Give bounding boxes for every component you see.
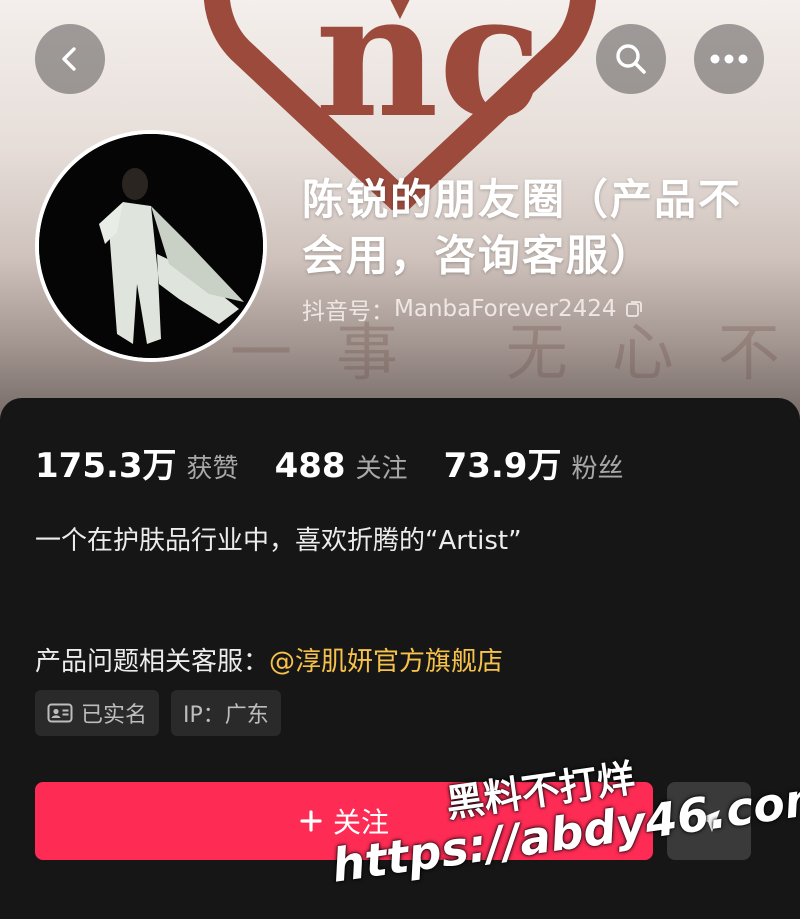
- stat-likes-label: 获赞: [186, 454, 239, 484]
- stat-followers-value: 73.9万: [443, 446, 562, 486]
- service-label: 产品问题相关客服：: [35, 647, 270, 677]
- more-button[interactable]: [694, 24, 764, 94]
- stat-followers-label: 粉丝: [571, 454, 624, 484]
- search-button[interactable]: [596, 24, 666, 94]
- stats-row: 175.3万 获赞 488 关注 73.9万 粉丝: [35, 438, 659, 487]
- share-button[interactable]: [667, 782, 751, 860]
- tag-ip-label: IP：广东: [183, 703, 269, 728]
- copy-icon[interactable]: [625, 300, 643, 318]
- back-button[interactable]: [35, 24, 105, 94]
- tag-verified: 已实名: [35, 690, 160, 736]
- ellipsis-icon: [710, 54, 748, 64]
- stat-following[interactable]: 488 关注: [275, 446, 408, 486]
- douyin-id-label: 抖音号：: [302, 299, 394, 325]
- profile-bio: 一个在护肤品行业中，喜欢折腾的“Artist”: [35, 526, 522, 556]
- avatar[interactable]: [35, 130, 267, 362]
- stat-following-label: 关注: [355, 454, 408, 484]
- stat-following-value: 488: [274, 446, 346, 486]
- tag-ip: IP：广东: [171, 690, 281, 736]
- profile-tags: 已实名 IP：广东: [35, 690, 281, 736]
- send-icon: [698, 810, 720, 832]
- plus-icon: [300, 810, 322, 832]
- profile-card: 175.3万 获赞 488 关注 73.9万 粉丝 一个在护肤品行业中，喜欢折腾…: [0, 398, 800, 919]
- stat-followers[interactable]: 73.9万 粉丝: [444, 438, 624, 487]
- stat-likes-value: 175.3万: [35, 446, 177, 486]
- svg-text:nc: nc: [315, 0, 542, 156]
- service-line: 产品问题相关客服：@淳肌妍官方旗舰店: [35, 641, 503, 678]
- profile-name: 陈锐的朋友圈（产品不会用，咨询客服）: [302, 175, 743, 280]
- douyin-id-value: ManbaForever2424: [394, 296, 617, 322]
- search-icon: [616, 44, 646, 74]
- chevron-left-icon: [62, 47, 76, 71]
- stat-likes[interactable]: 175.3万 获赞: [35, 438, 239, 487]
- avatar-image: [39, 134, 263, 358]
- tag-verified-label: 已实名: [81, 703, 148, 728]
- follow-button[interactable]: 关注: [35, 782, 653, 860]
- profile-banner: nc 一事 无心不二 陈锐的朋友圈（产品不会用，咨询客服） 抖音号：ManbaF…: [0, 0, 800, 430]
- service-store-link[interactable]: @淳肌妍官方旗舰店: [269, 647, 503, 677]
- douyin-id[interactable]: 抖音号： ManbaForever2424: [302, 292, 643, 326]
- id-card-icon: [47, 703, 73, 723]
- follow-button-label: 关注: [332, 806, 389, 839]
